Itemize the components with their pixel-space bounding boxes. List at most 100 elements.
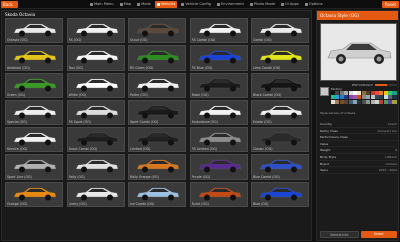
vehicle-tile[interactable]: RS (OG) — [66, 18, 125, 44]
performance-bar — [375, 84, 397, 86]
vehicle-tile[interactable]: Scout (OG) — [128, 18, 186, 44]
vehicle-tile[interactable]: Black (OG) — [189, 72, 248, 98]
vehicle-tile[interactable]: Ambition (OG) — [5, 45, 63, 71]
vehicle-tile-label: RS (OG) — [68, 38, 82, 43]
vehicle-tile[interactable]: Taxi (OG) — [66, 45, 125, 71]
vehicle-tile[interactable]: Black Combi (OG) — [251, 72, 309, 98]
preview-car-icon — [327, 42, 392, 64]
spec-key: Brand — [320, 161, 329, 166]
vehicle-tile-label: Ice Combi (OG) — [130, 202, 155, 207]
car-icon — [136, 132, 180, 146]
vehicle-tile[interactable]: Blue Combi (OG) — [251, 154, 309, 180]
vehicle-tile[interactable]: Sport Combi (OG) — [128, 99, 186, 126]
vehicle-tile-label: Green (OG) — [7, 92, 26, 97]
vehicle-tile-label: Taxi (OG) — [68, 65, 84, 70]
tab-main-menu[interactable]: Main Menu — [88, 1, 116, 8]
vehicle-tile[interactable]: RS Combi (OG) — [189, 18, 248, 44]
vehicle-tile[interactable]: Estate (OG) — [251, 99, 309, 126]
tab-options[interactable]: Options — [303, 1, 325, 8]
tab-environment[interactable]: Environment — [215, 1, 246, 8]
spec-value: Czech — [387, 122, 397, 126]
vehicle-tile[interactable]: Police (OG) — [128, 72, 186, 98]
vehicle-tile-label: Black Combi (OG) — [253, 92, 282, 97]
tab-ui-apps[interactable]: UI Apps — [279, 1, 301, 8]
vehicle-tile-label: Rally Orange (OG) — [130, 174, 160, 179]
vehicle-tile[interactable]: Lime Combi (OG) — [251, 45, 309, 71]
nav-tabs: Main Menu Map Mods Vehicles Vehicle Config En… — [88, 1, 325, 8]
vehicle-tile[interactable]: Ice Combi (OG) — [128, 181, 186, 208]
car-icon — [259, 187, 303, 201]
car-icon — [75, 51, 118, 64]
vehicle-tile-label: Octavia (OG) — [7, 38, 28, 43]
vehicle-tile[interactable]: RS Sport (OG) — [66, 99, 125, 126]
vehicle-tile[interactable]: Blue (OG) — [251, 181, 309, 208]
vehicle-tile[interactable]: Ambulance (OG) — [189, 99, 248, 126]
car-icon — [13, 78, 57, 92]
vehicle-tile[interactable]: Octavia (OG) — [5, 18, 63, 44]
style-description: Style version of octavia — [320, 111, 356, 115]
apps-icon — [281, 3, 285, 6]
paint-palette — [331, 91, 397, 104]
vehicle-tile[interactable]: Livery (OG) — [66, 181, 125, 208]
paint-color-swatch[interactable] — [392, 99, 397, 104]
spec-list: Country Czech Derby Class Compact Car Perfor… — [320, 121, 397, 174]
vehicle-tile-label: Burnt (OG) — [191, 202, 209, 207]
vehicle-tile[interactable]: Purple (OG) — [189, 154, 248, 180]
vehicle-tile[interactable]: Burnt (OG) — [189, 181, 248, 208]
vehicle-tile[interactable]: Scout Combi (OG) — [66, 127, 125, 153]
tab-label: Options — [308, 2, 323, 6]
camera-icon — [249, 3, 253, 6]
vehicle-tile[interactable]: Rally Orange (OG) — [128, 154, 186, 180]
spec-key: Country — [320, 122, 332, 126]
select-button[interactable]: Select — [360, 231, 397, 238]
tab-vehicles[interactable]: Vehicles — [154, 1, 178, 8]
car-icon — [259, 105, 303, 119]
vehicle-tile-label: RS Combi (OG) — [191, 38, 216, 43]
spec-row: Performance Class — [320, 134, 397, 141]
car-icon — [259, 78, 303, 92]
vehicle-tile-label: Ambition (OG) — [7, 65, 30, 70]
vehicle-tile[interactable]: Sport Line (OG) — [5, 154, 63, 180]
tab-label: UI Apps — [285, 2, 299, 6]
car-icon — [75, 187, 118, 201]
spec-row: Derby Class Compact Car — [320, 128, 397, 135]
detail-buttons: Vehicle Info Select — [320, 231, 397, 238]
vehicle-tile[interactable]: Orange (OG) — [5, 181, 63, 208]
vehicle-tile[interactable]: RS Green (OG) — [128, 45, 186, 71]
car-icon — [13, 132, 57, 146]
vehicle-tile-label: RS Blue (OG) — [191, 65, 213, 70]
vehicle-tile[interactable]: Rally (OG) — [66, 154, 125, 180]
vehicle-tile[interactable]: Combi (OG) — [251, 18, 309, 44]
spec-key: Performance Class — [320, 135, 348, 140]
tab-label: Photo Mode — [253, 2, 276, 6]
car-icon — [259, 160, 303, 173]
grid-title: Skoda Octavia — [5, 12, 36, 17]
tab-map[interactable]: Map — [118, 1, 134, 8]
vehicle-tile[interactable]: RS Blue (OG) — [189, 45, 248, 71]
vehicle-tile-label: Rally (OG) — [68, 174, 85, 179]
vehicle-tile[interactable]: Limited (OG) — [128, 127, 186, 153]
reset-button[interactable]: Reset — [382, 1, 399, 8]
vehicle-grid: Octavia (OG) RS (OG) Scout (OG) RS Combi (O… — [5, 18, 309, 208]
vehicle-info-button[interactable]: Vehicle Info — [320, 231, 359, 238]
tab-vehicle-config[interactable]: Vehicle Config — [179, 1, 213, 8]
car-icon — [75, 160, 118, 173]
tab-mods[interactable]: Mods — [135, 1, 152, 8]
tab-photo-mode[interactable]: Photo Mode — [248, 1, 277, 8]
spec-row: Years 2020 - 2022 — [320, 167, 397, 174]
car-icon — [259, 132, 303, 146]
spec-key: Derby Class — [320, 128, 338, 133]
spec-key: Body Style — [320, 154, 337, 159]
vehicle-tile[interactable]: Special (OG) — [5, 99, 63, 126]
vehicle-detail-panel: Octavia Style (OG) PERFORMANCE Factory S… — [316, 10, 399, 241]
vehicle-tile[interactable]: Green (OG) — [5, 72, 63, 98]
vehicle-tile[interactable]: Classic (OG) — [251, 127, 309, 153]
spec-key: Years — [320, 168, 328, 173]
back-button[interactable]: Back — [1, 1, 18, 8]
current-paint-swatch[interactable] — [320, 87, 329, 96]
vehicle-tile[interactable]: Service (OG) — [5, 127, 63, 153]
vehicle-tile[interactable]: RS Limited (OG) — [189, 127, 248, 153]
vehicle-tile[interactable]: White (OG) — [66, 72, 125, 98]
vehicle-tile-label: Ambulance (OG) — [191, 120, 218, 125]
vehicle-tile-label: Estate (OG) — [253, 120, 272, 125]
